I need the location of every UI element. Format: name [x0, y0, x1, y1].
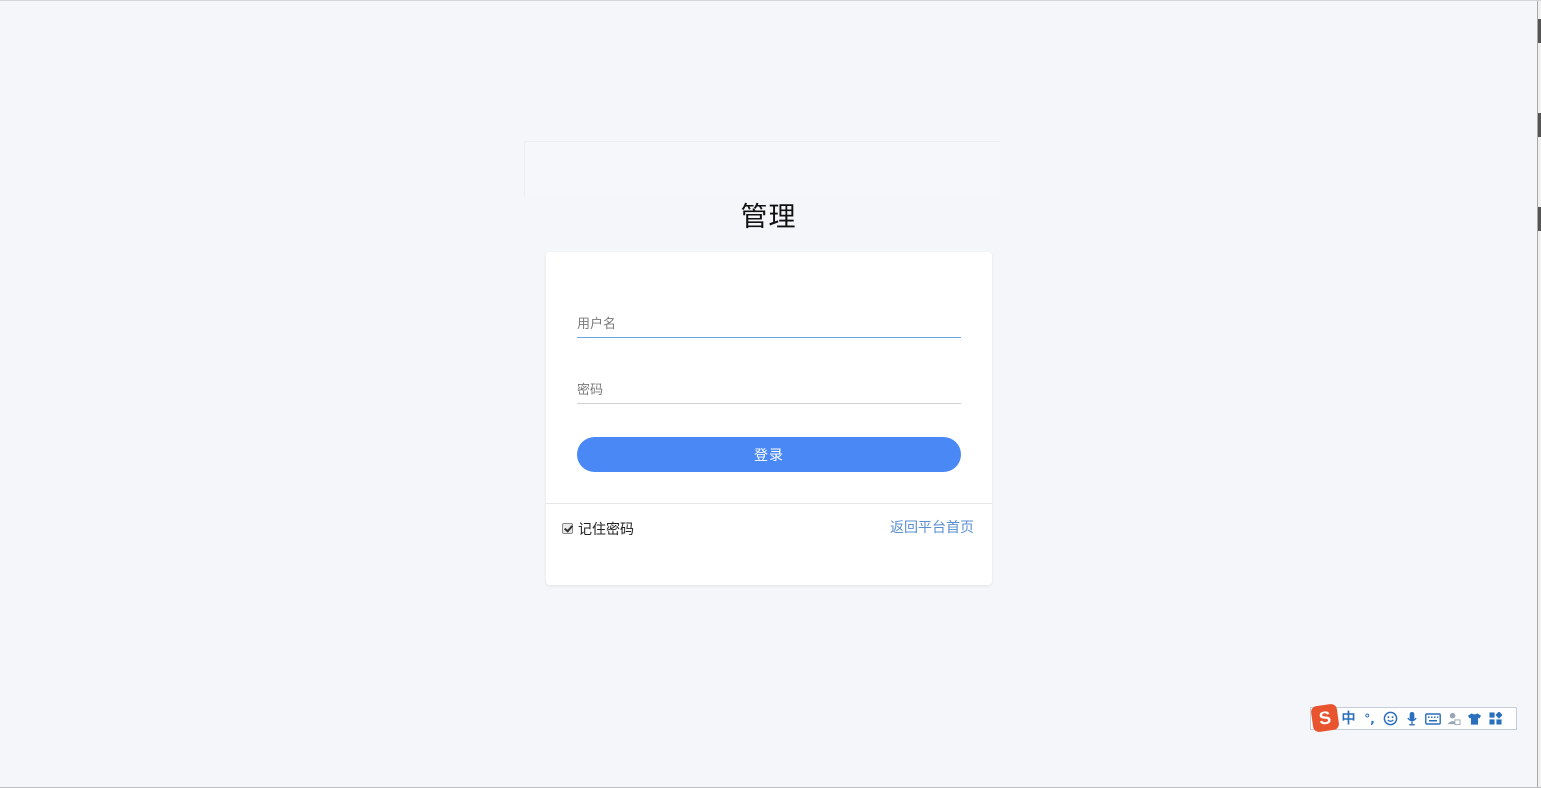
password-field [577, 378, 961, 404]
page-title: 管理 [740, 202, 797, 233]
remember-label: 记住密码 [578, 522, 634, 538]
username-input[interactable] [577, 312, 961, 336]
remember-password[interactable]: 记住密码 [562, 519, 634, 539]
smiley-icon[interactable] [1380, 708, 1401, 729]
grid-icon[interactable] [1485, 708, 1506, 729]
login-button[interactable]: 登录 [577, 437, 961, 472]
microphone-icon[interactable] [1401, 708, 1422, 729]
login-card: 登录 记住密码 返回平台首页 [546, 252, 992, 585]
login-page: 管理 登录 记住密码 返回平台首页 S 中 °, [0, 0, 1541, 788]
keyboard-icon[interactable] [1422, 708, 1443, 729]
username-field [577, 312, 961, 338]
window-right-edge [1537, 1, 1541, 787]
remember-checkbox[interactable] [562, 522, 573, 534]
ime-punctuation-toggle[interactable]: °, [1359, 708, 1380, 729]
user-icon[interactable] [1443, 708, 1464, 729]
username-underline [577, 337, 961, 338]
ime-toolbar: S 中 °, [1310, 702, 1517, 733]
back-to-home-link[interactable]: 返回平台首页 [890, 517, 974, 537]
ime-mode-toggle[interactable]: 中 [1338, 708, 1359, 729]
logo-area [524, 141, 1000, 197]
password-underline [577, 403, 961, 404]
shirt-icon[interactable] [1464, 708, 1485, 729]
sogou-logo-icon[interactable]: S [1310, 702, 1340, 733]
password-input[interactable] [577, 378, 961, 402]
card-divider [546, 503, 992, 504]
